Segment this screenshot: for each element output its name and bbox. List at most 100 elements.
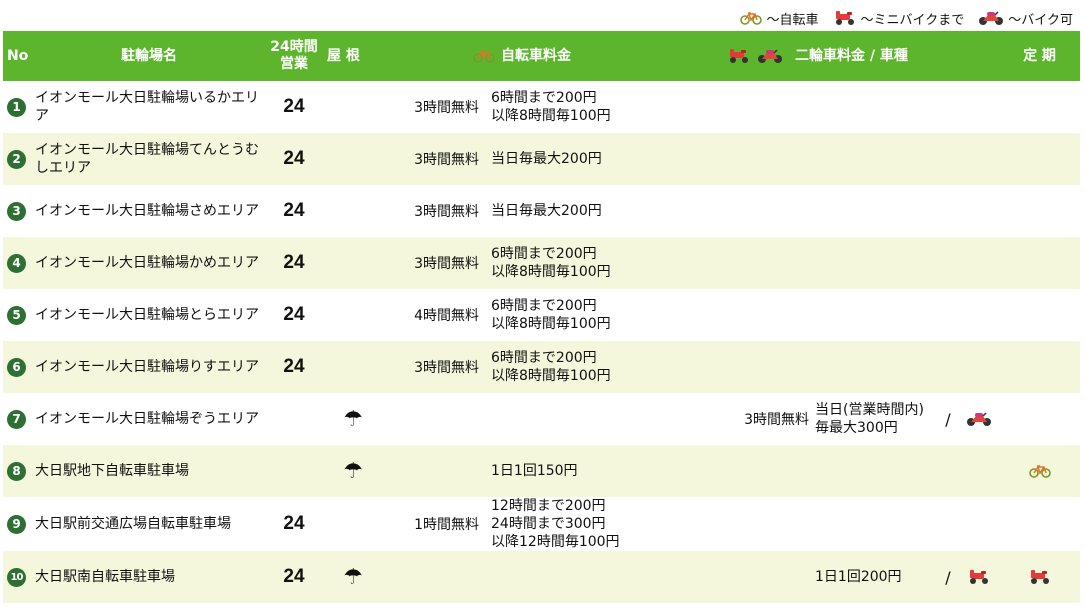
motorcycle-fee-line: 当日(営業時間内) xyxy=(815,402,924,418)
bicycle-icon xyxy=(473,49,495,63)
table-row: 3 イオンモール大日駐輪場さめエリア 24 3時間無料 当日毎最大200円 xyxy=(3,185,1080,237)
open-24h: 24 xyxy=(265,341,323,393)
header-pass: 定 期 xyxy=(1023,47,1056,64)
minibike-icon xyxy=(833,10,857,26)
row-number-cell: 9 xyxy=(3,497,33,551)
legend-label: ～バイク可 xyxy=(1008,12,1073,28)
vehicle-type-cell xyxy=(959,81,999,133)
motorcycle-fee xyxy=(815,81,937,133)
pass-cell xyxy=(999,185,1080,237)
open-24h: 24 xyxy=(265,237,323,289)
header-roof: 屋 根 xyxy=(327,47,360,64)
bicycle-fee xyxy=(487,393,727,445)
header-motorcycle-fee-label: 二輪車料金 / 車種 xyxy=(795,47,908,64)
table-row: 10 大日駅南自転車駐車場 24 ☂ 1日1回200円 / xyxy=(3,551,1080,603)
roof-cell xyxy=(323,133,383,185)
row-number-badge: 9 xyxy=(7,514,26,534)
legend-label: ～自転車 xyxy=(766,12,819,28)
pass-cell xyxy=(999,237,1080,289)
motorcycle-fee xyxy=(815,185,937,237)
legend-label: ～ミニバイクまで xyxy=(860,12,965,28)
legend-item: ～バイク可 xyxy=(978,9,1073,28)
parking-name: イオンモール大日駐輪場りすエリア xyxy=(33,341,265,393)
motorcycle-free-time xyxy=(727,497,815,551)
parking-name: 大日駅地下自転車駐車場 xyxy=(33,445,265,497)
table-row: 1 イオンモール大日駐輪場いるかエリア 24 3時間無料 6時間まで200円 以降8時間毎… xyxy=(3,81,1080,133)
row-number-badge: 2 xyxy=(7,149,26,169)
roof-cell xyxy=(323,237,383,289)
row-number-cell: 10 xyxy=(3,551,33,603)
pass-cell xyxy=(999,497,1080,551)
motorcycle-free-time xyxy=(727,237,815,289)
table-row: 4 イオンモール大日駐輪場かめエリア 24 3時間無料 6時間まで200円 以降8時間毎1… xyxy=(3,237,1080,289)
roof-cell xyxy=(323,497,383,551)
fee-separator xyxy=(937,445,959,497)
bicycle-fee: 6時間まで200円 以降8時間毎100円 xyxy=(487,81,727,133)
vehicle-type-cell xyxy=(959,393,999,445)
row-number-cell: 1 xyxy=(3,81,33,133)
row-number-cell: 8 xyxy=(3,445,33,497)
minibike-icon xyxy=(1028,569,1052,585)
fee-separator xyxy=(937,341,959,393)
bicycle-free-time: 3時間無料 xyxy=(383,341,487,393)
motorcycle-fee: 当日(営業時間内) 毎最大300円 xyxy=(815,393,937,445)
table-header: No 駐輪場名 24時間 営業 屋 根 自転車料金 二輪車料金 / 車種 定 期 xyxy=(3,31,1080,81)
header-bicycle-fee-label: 自転車料金 xyxy=(501,47,571,64)
row-number-badge: 7 xyxy=(7,409,26,429)
header-name: 駐輪場名 xyxy=(121,47,177,64)
motorcycle-free-time: 3時間無料 xyxy=(744,412,809,428)
open-24h: 24 xyxy=(283,513,305,534)
pass-cell xyxy=(999,445,1080,497)
row-number-badge: 5 xyxy=(7,305,26,325)
header-bicycle-fee: 自転車料金 xyxy=(383,31,727,81)
open-24h xyxy=(265,393,323,445)
bicycle-free-time: 3時間無料 xyxy=(414,204,479,220)
open-24h: 24 xyxy=(283,200,305,221)
pass-cell xyxy=(999,551,1080,603)
header-hours-line2: 営業 xyxy=(280,56,308,72)
bicycle-fee-line: 以降8時間毎100円 xyxy=(491,108,611,124)
bicycle-free-time: 1時間無料 xyxy=(414,517,479,533)
vehicle-type-cell xyxy=(959,445,999,497)
vehicle-legend: ～自転車 ～ミニバイクまで ～バイク可 xyxy=(740,8,1073,28)
row-number-badge: 10 xyxy=(7,567,26,587)
minibike-icon xyxy=(967,569,991,585)
motorcycle-fee xyxy=(815,237,937,289)
umbrella-icon: ☂ xyxy=(343,406,363,432)
bicycle-fee-line: 以降8時間毎100円 xyxy=(491,316,611,332)
bicycle-fee-line: 12時間まで200円 xyxy=(491,498,606,514)
parking-name: イオンモール大日駐輪場とらエリア xyxy=(35,307,259,323)
bicycle-fee-line: 当日毎最大200円 xyxy=(491,151,602,167)
roof-cell xyxy=(323,81,383,133)
header-hours-line1: 24時間 xyxy=(270,39,318,55)
motorcycle-free-time xyxy=(727,289,815,341)
fee-separator xyxy=(937,133,959,185)
bicycle-fee xyxy=(487,551,727,603)
motorcycle-fee xyxy=(815,445,937,497)
parking-name: 大日駅南自転車駐車場 xyxy=(33,551,265,603)
vehicle-type-cell xyxy=(959,237,999,289)
header-motorcycle-fee: 二輪車料金 / 車種 xyxy=(727,31,999,81)
bicycle-fee-line: 6時間まで200円 xyxy=(491,90,597,106)
motorcycle-fee xyxy=(815,341,937,393)
vehicle-type-cell xyxy=(959,551,999,603)
row-number-cell: 4 xyxy=(3,237,33,289)
motorcycle-fee-line: 1日1回200円 xyxy=(815,569,902,585)
pass-cell xyxy=(999,133,1080,185)
bicycle-fee: 6時間まで200円 以降8時間毎100円 xyxy=(487,289,727,341)
vehicle-type-cell xyxy=(959,185,999,237)
motorcycle-free-time xyxy=(727,185,815,237)
row-number-cell: 3 xyxy=(3,185,33,237)
row-number-cell: 6 xyxy=(3,341,33,393)
parking-name: イオンモール大日駐輪場ぞうエリア xyxy=(35,411,259,427)
parking-name: 大日駅前交通広場自転車駐車場 xyxy=(35,516,231,532)
bicycle-fee: 当日毎最大200円 xyxy=(487,133,727,185)
table-row: 7 イオンモール大日駐輪場ぞうエリア ☂ 3時間無料 当日(営業時間内) 毎最大300円 / xyxy=(3,393,1080,445)
pass-cell xyxy=(999,81,1080,133)
row-number-badge: 1 xyxy=(7,97,26,117)
bicycle-fee-line: 1日1回150円 xyxy=(491,463,578,479)
vehicle-type-cell xyxy=(959,497,999,551)
vehicle-type-cell xyxy=(959,289,999,341)
pass-cell xyxy=(999,289,1080,341)
roof-cell xyxy=(323,289,383,341)
